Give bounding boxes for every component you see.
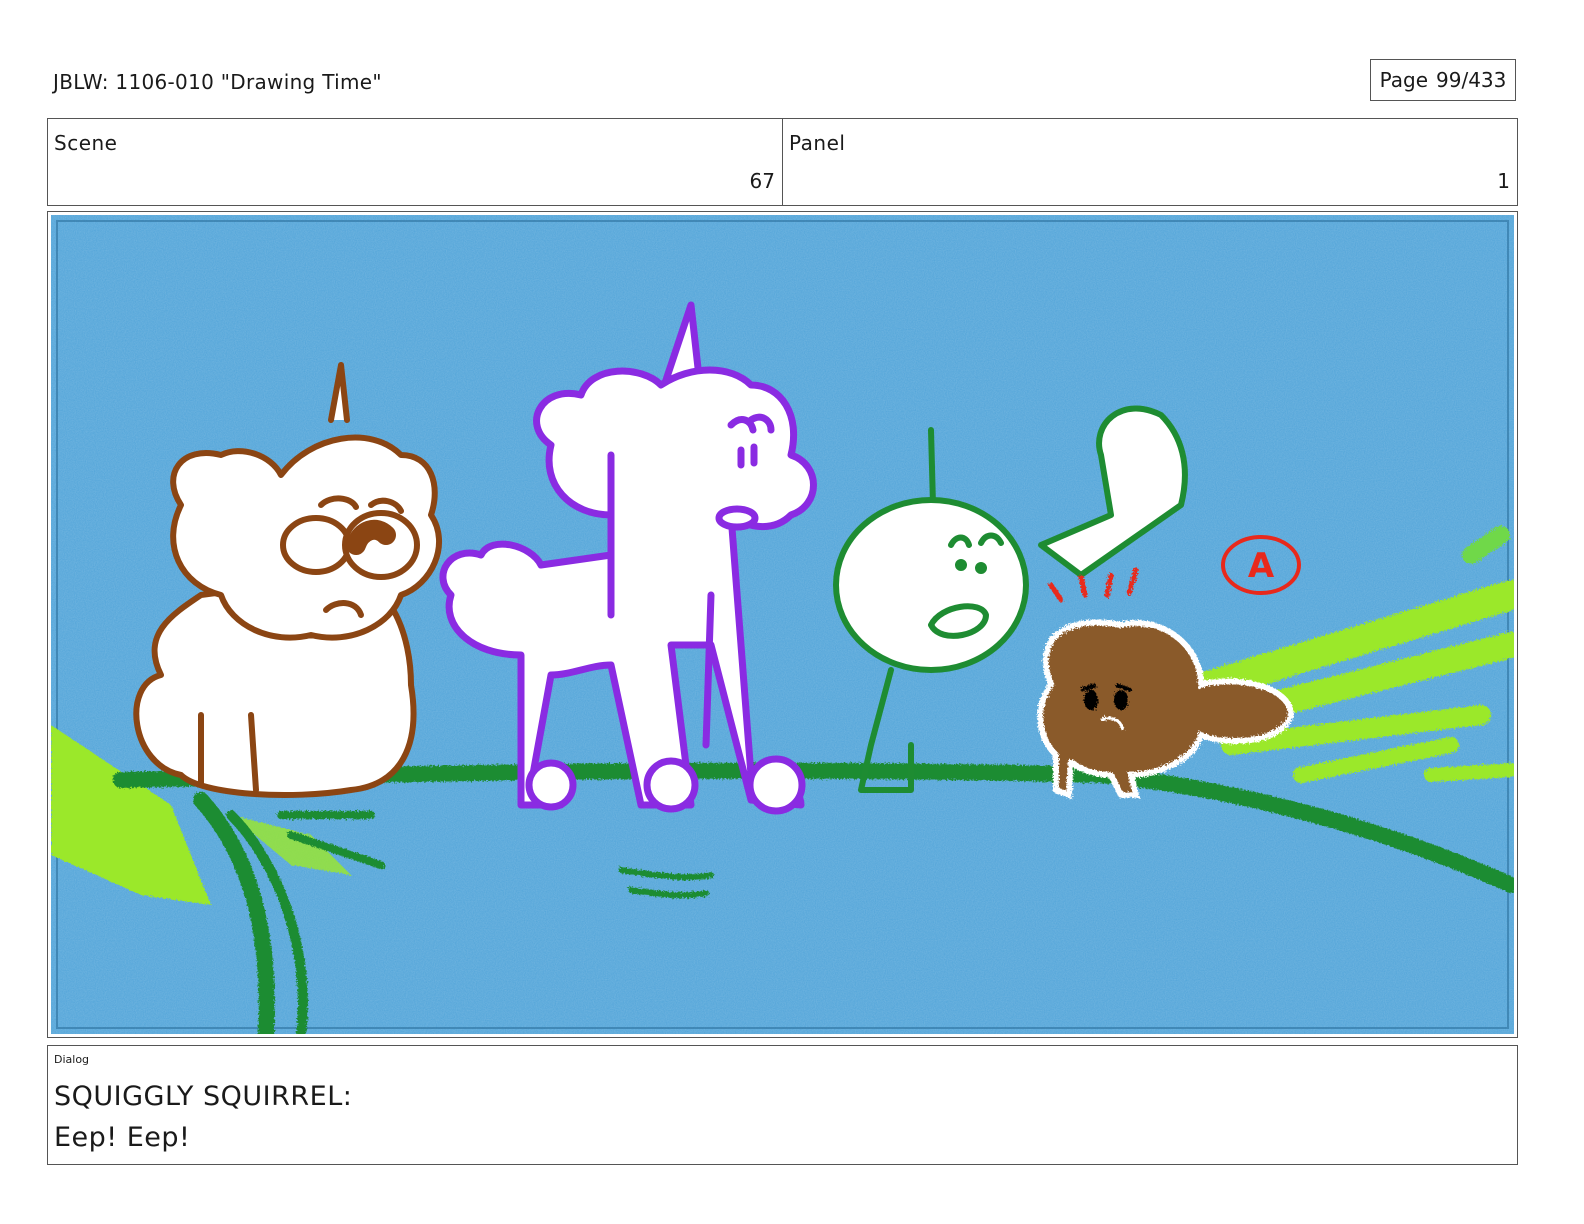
document-title: JBLW: 1106-010 "Drawing Time" <box>53 70 382 94</box>
panel-number: 1 <box>1497 169 1510 193</box>
scene-panel-row: Scene 67 Panel 1 <box>47 118 1518 206</box>
mark-letter: A <box>1248 546 1275 586</box>
dialog-label: Dialog <box>54 1053 90 1066</box>
page-number: 99/433 <box>1436 68 1507 92</box>
page-counter: Page 99/433 <box>1370 59 1516 101</box>
page-label: Page <box>1379 68 1429 92</box>
storyboard-artwork: A <box>51 215 1514 1034</box>
scene-label: Scene <box>54 131 118 155</box>
scene-cell: Scene 67 <box>48 119 782 205</box>
scene-number: 67 <box>749 169 775 193</box>
dialog-line: Eep! Eep! <box>54 1122 191 1153</box>
dialog-box: Dialog SQUIGGLY SQUIRREL: Eep! Eep! <box>47 1045 1518 1165</box>
storyboard-frame: A <box>47 211 1518 1038</box>
dialog-speaker: SQUIGGLY SQUIRREL: <box>54 1081 353 1112</box>
panel-label: Panel <box>789 131 846 155</box>
panel-cell: Panel 1 <box>782 119 1517 205</box>
